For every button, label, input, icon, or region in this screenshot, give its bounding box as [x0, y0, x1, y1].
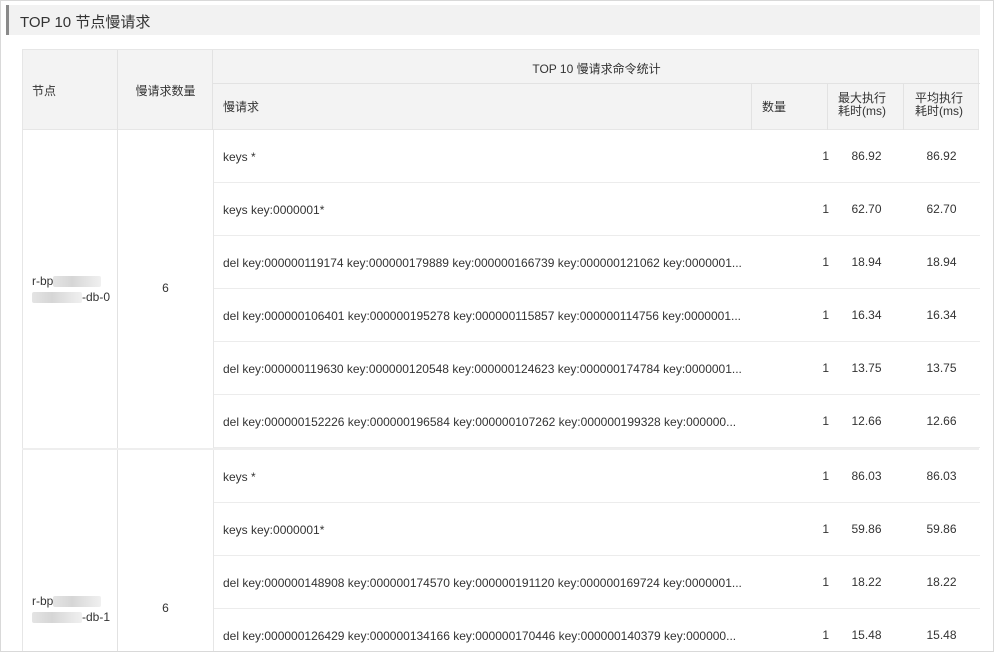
section-header: TOP 10 节点慢请求: [6, 5, 980, 35]
max-time: 16.34: [851, 308, 882, 322]
node-name-suffix: -db-0: [82, 290, 111, 304]
avg-time: 16.34: [926, 308, 957, 322]
avg-time: 18.22: [926, 575, 957, 589]
header-avg-time: 平均执行 耗时(ms): [915, 92, 963, 118]
command-count: 1: [822, 202, 829, 216]
cell-divider: [117, 450, 118, 651]
redacted-segment: [53, 276, 102, 288]
header-command: 慢请求: [223, 100, 260, 114]
header-max-time-line2: 耗时(ms): [838, 104, 886, 118]
header-node: 节点: [32, 84, 57, 98]
table-row: del key:000000126429 key:000000134166 ke…: [214, 609, 980, 651]
header-divider: [903, 84, 904, 130]
section-title: TOP 10 节点慢请求: [20, 14, 151, 31]
header-slow-count: 慢请求数量: [135, 84, 196, 98]
command-text: keys key:0000001*: [223, 523, 325, 537]
command-count: 1: [822, 628, 829, 642]
command-text: keys *: [223, 470, 256, 484]
redacted-segment: [32, 612, 82, 624]
header-max-time-line1: 最大执行: [838, 91, 887, 105]
avg-time: 12.66: [926, 414, 957, 428]
max-time: 62.70: [851, 202, 882, 216]
max-time: 18.94: [851, 255, 882, 269]
cell-divider: [117, 130, 118, 448]
header-divider: [212, 50, 213, 130]
avg-time: 62.70: [926, 202, 957, 216]
header-count: 数量: [762, 100, 787, 114]
command-count: 1: [822, 308, 829, 322]
command-count: 1: [822, 522, 829, 536]
slow-request-panel: TOP 10 节点慢请求 节点 慢请求数量 TOP 10 慢请求命令统计 慢请求…: [0, 0, 994, 652]
max-time: 12.66: [851, 414, 882, 428]
table-row: del key:000000152226 key:000000196584 ke…: [214, 395, 980, 448]
command-text: del key:000000152226 key:000000196584 ke…: [223, 415, 737, 429]
command-text: del key:000000126429 key:000000134166 ke…: [223, 629, 737, 643]
slow-request-table: 节点 慢请求数量 TOP 10 慢请求命令统计 慢请求 数量 最大执行 耗时(m…: [22, 49, 980, 651]
command-count: 1: [822, 361, 829, 375]
node-name-prefix: r-bp: [32, 274, 54, 288]
table-row: del key:000000148908 key:000000174570 ke…: [214, 556, 980, 609]
header-divider: [827, 84, 828, 130]
header-divider: [117, 50, 118, 130]
max-time: 86.92: [851, 149, 882, 163]
table-row: keys key:0000001* 1 62.70 62.70: [214, 183, 980, 236]
avg-time: 59.86: [926, 522, 957, 536]
table-row: del key:000000119174 key:000000179889 ke…: [214, 236, 980, 289]
table-row: keys key:0000001* 1 59.86 59.86: [214, 503, 980, 556]
avg-time: 18.94: [926, 255, 957, 269]
command-text: del key:000000119630 key:000000120548 ke…: [223, 362, 742, 376]
max-time: 59.86: [851, 522, 882, 536]
command-text: del key:000000148908 key:000000174570 ke…: [223, 576, 742, 590]
node-cell: r-bp -db-0: [23, 130, 118, 448]
command-count: 1: [822, 255, 829, 269]
table-row: keys * 1 86.03 86.03: [214, 450, 980, 503]
command-text: del key:000000119174 key:000000179889 ke…: [223, 256, 742, 270]
command-rows: keys * 1 86.03 86.03 keys key:0000001* 1…: [213, 450, 980, 651]
command-text: keys key:0000001*: [223, 203, 325, 217]
slow-count: 6: [162, 601, 169, 615]
command-count: 1: [822, 149, 829, 163]
slow-count: 6: [162, 281, 169, 295]
max-time: 15.48: [851, 628, 882, 642]
header-max-time: 最大执行 耗时(ms): [838, 92, 886, 118]
table-row: keys * 1 86.92 86.92: [214, 130, 980, 183]
header-avg-time-line2: 耗时(ms): [915, 104, 963, 118]
node-name-suffix: -db-1: [82, 610, 111, 624]
command-rows: keys * 1 86.92 86.92 keys key:0000001* 1…: [213, 130, 980, 448]
node-name: r-bp -db-0: [32, 273, 110, 305]
node-cell: r-bp -db-1: [23, 450, 118, 651]
redacted-segment: [32, 292, 82, 304]
command-text: del key:000000106401 key:000000195278 ke…: [223, 309, 742, 323]
table-row: del key:000000119630 key:000000120548 ke…: [214, 342, 980, 395]
avg-time: 86.03: [926, 469, 957, 483]
header-avg-time-line1: 平均执行: [915, 91, 964, 105]
table-row: del key:000000106401 key:000000195278 ke…: [214, 289, 980, 342]
command-count: 1: [822, 575, 829, 589]
node-group: r-bp -db-0 6 keys * 1 86.92 86.92 keys k…: [22, 130, 980, 448]
command-count: 1: [822, 414, 829, 428]
redacted-segment: [53, 596, 102, 608]
avg-time: 13.75: [926, 361, 957, 375]
max-time: 13.75: [851, 361, 882, 375]
max-time: 18.22: [851, 575, 882, 589]
max-time: 86.03: [851, 469, 882, 483]
command-text: keys *: [223, 150, 256, 164]
avg-time: 86.92: [926, 149, 957, 163]
node-name: r-bp -db-1: [32, 593, 110, 625]
header-divider: [213, 83, 980, 84]
node-group: r-bp -db-1 6 keys * 1 86.03 86.03 keys k…: [22, 450, 980, 651]
table-header: 节点 慢请求数量 TOP 10 慢请求命令统计 慢请求 数量 最大执行 耗时(m…: [22, 49, 980, 130]
avg-time: 15.48: [926, 628, 957, 642]
node-name-prefix: r-bp: [32, 594, 54, 608]
header-divider: [751, 84, 752, 130]
command-count: 1: [822, 469, 829, 483]
header-group: TOP 10 慢请求命令统计: [532, 62, 661, 76]
